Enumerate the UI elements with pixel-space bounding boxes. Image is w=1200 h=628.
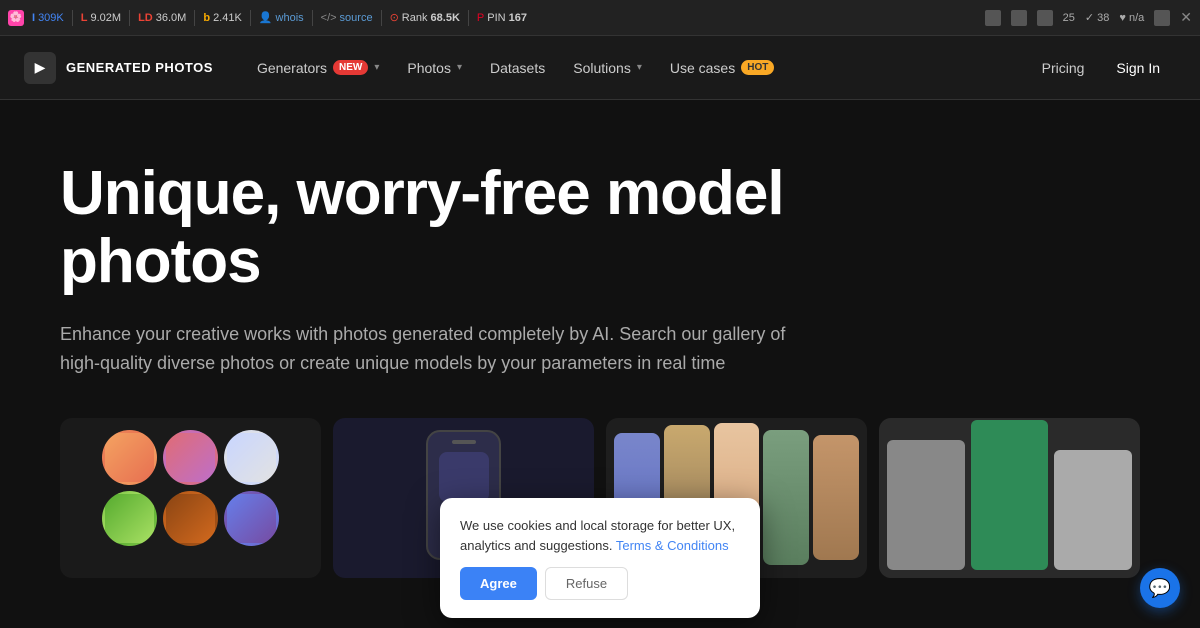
nav-solutions[interactable]: Solutions ▾ — [561, 52, 654, 84]
logo-icon: ▶ — [24, 52, 56, 84]
score-na: ♥ n/a — [1119, 12, 1144, 24]
nav-photos-label: Photos — [407, 60, 451, 76]
face-avatar-2 — [163, 430, 218, 485]
solutions-chevron: ▾ — [637, 62, 642, 73]
stat-whois[interactable]: 👤 whois — [259, 11, 304, 24]
pricing-link[interactable]: Pricing — [1042, 60, 1085, 76]
cookie-agree-button[interactable]: Agree — [460, 567, 537, 600]
export-icon[interactable] — [1037, 10, 1053, 26]
stat-b: b 2.41K — [203, 12, 241, 24]
score-38: ✓ 38 — [1085, 11, 1110, 24]
share-icon[interactable] — [1011, 10, 1027, 26]
nav-photos[interactable]: Photos ▾ — [395, 52, 474, 84]
cookie-refuse-button[interactable]: Refuse — [545, 567, 628, 600]
fashion-figure-3 — [1054, 450, 1132, 570]
person-4 — [763, 430, 809, 565]
nav-use-cases-label: Use cases — [670, 60, 735, 76]
browser-toolbar: 🌸 I 309K L 9.02M LD 36.0M b 2.41K 👤 whoi… — [0, 0, 1200, 36]
nav-datasets[interactable]: Datasets — [478, 52, 557, 84]
card-fashion[interactable] — [879, 418, 1140, 578]
favicon-icon: 🌸 — [8, 10, 24, 26]
cookie-buttons: Agree Refuse — [460, 567, 740, 600]
face-avatar-1 — [102, 430, 157, 485]
stat-i: I 309K — [32, 12, 64, 24]
settings-icon[interactable] — [1154, 10, 1170, 26]
card-faces[interactable] — [60, 418, 321, 578]
stat-rank: ⊙ Rank 68.5K — [390, 11, 460, 24]
face-avatar-6 — [224, 491, 279, 546]
close-icon[interactable]: ✕ — [1180, 9, 1192, 26]
fashion-figure-1 — [887, 440, 965, 570]
face-avatar-3 — [224, 430, 279, 485]
nav-datasets-label: Datasets — [490, 60, 545, 76]
nav-generators[interactable]: Generators New ▾ — [245, 52, 391, 84]
face-avatar-5 — [163, 491, 218, 546]
nav-solutions-label: Solutions — [573, 60, 631, 76]
stat-pin: P PIN 167 — [477, 12, 527, 24]
generators-badge: New — [333, 60, 368, 75]
hero-subtitle: Enhance your creative works with photos … — [60, 320, 810, 378]
nav-right: Pricing Sign In — [1042, 52, 1176, 84]
hero-title: Unique, worry-free model photos — [60, 160, 960, 296]
nav-use-cases[interactable]: Use cases Hot — [658, 52, 786, 84]
stat-l: L 9.02M — [81, 12, 121, 24]
generators-chevron: ▾ — [374, 62, 379, 73]
photos-chevron: ▾ — [457, 62, 462, 73]
chat-bubble-button[interactable]: 💬 — [1140, 568, 1180, 608]
nav-items: Generators New ▾ Photos ▾ Datasets Solut… — [245, 52, 786, 84]
stat-source[interactable]: </> source — [321, 12, 373, 24]
stat-ld: LD 36.0M — [138, 12, 186, 24]
hero-section: Unique, worry-free model photos Enhance … — [0, 100, 1200, 418]
face-avatar-4 — [102, 491, 157, 546]
chat-icon: 💬 — [1149, 578, 1171, 599]
cookie-text: We use cookies and local storage for bet… — [460, 516, 740, 555]
score-25: 25 — [1063, 12, 1075, 24]
signin-button[interactable]: Sign In — [1100, 52, 1176, 84]
person-5 — [813, 435, 859, 560]
logo-area: ▶ GENERATED PHOTOS — [24, 52, 213, 84]
info-icon[interactable] — [985, 10, 1001, 26]
navbar: ▶ GENERATED PHOTOS Generators New ▾ Phot… — [0, 36, 1200, 100]
cookie-terms-link[interactable]: Terms & Conditions — [616, 538, 729, 553]
fashion-figure-2 — [971, 420, 1049, 570]
toolbar-right: 25 ✓ 38 ♥ n/a ✕ — [985, 9, 1192, 26]
cookie-banner: We use cookies and local storage for bet… — [440, 498, 760, 618]
logo-text: GENERATED PHOTOS — [66, 60, 213, 75]
use-cases-badge: Hot — [741, 60, 774, 75]
nav-generators-label: Generators — [257, 60, 327, 76]
